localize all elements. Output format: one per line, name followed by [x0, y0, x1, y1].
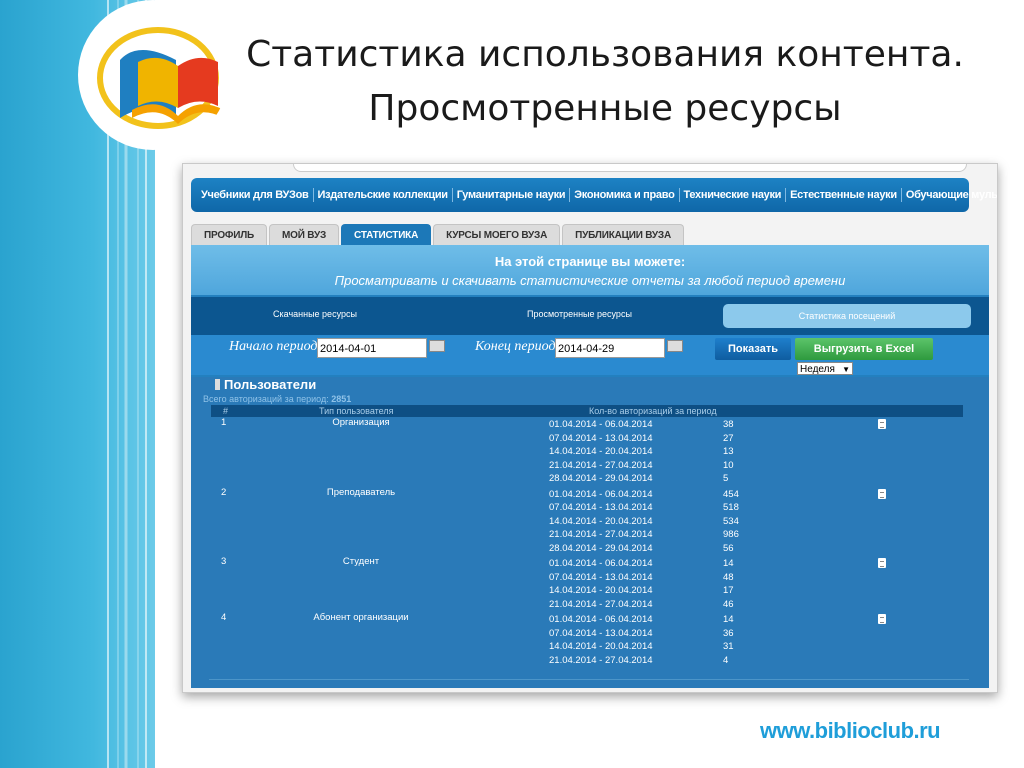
- authorization-count: 13: [723, 446, 734, 458]
- authorization-count: 4: [723, 654, 729, 666]
- authorization-count: 48: [723, 571, 734, 583]
- users-section: Пользователи Всего авторизаций за период…: [191, 377, 989, 688]
- total-value: 2851: [331, 394, 352, 404]
- period-range: 01.04.2014 - 06.04.2014: [549, 558, 653, 569]
- tab-university-publications[interactable]: ПУБЛИКАЦИИ ВУЗА: [562, 224, 685, 247]
- document-icon[interactable]: [878, 419, 886, 429]
- period-range: 21.04.2014 - 27.04.2014: [549, 459, 653, 471]
- tab-university-courses[interactable]: КУРСЫ МОЕГО ВУЗА: [433, 224, 561, 247]
- users-heading: Пользователи: [215, 377, 316, 392]
- period-select[interactable]: Неделя ▼: [797, 362, 853, 375]
- export-excel-button[interactable]: Выгрузить в Excel: [795, 338, 933, 360]
- user-type: Студент: [342, 556, 380, 567]
- period-range: 14.04.2014 - 20.04.2014: [549, 446, 653, 458]
- authorization-count: 518: [723, 502, 739, 514]
- chevron-down-icon: ▼: [842, 365, 850, 374]
- nav-item-publishers[interactable]: Издательские коллекции: [314, 188, 453, 202]
- authorization-count: 454: [723, 488, 739, 500]
- nav-item-textbooks[interactable]: Учебники для ВУЗов: [197, 188, 314, 202]
- start-date-input[interactable]: 2014-04-01: [317, 338, 427, 358]
- period-range: 01.04.2014 - 06.04.2014: [549, 488, 653, 500]
- authorization-count: 31: [723, 641, 734, 653]
- statistics-panel: На этой странице вы можете: Просматриват…: [191, 245, 989, 688]
- info-heading: На этой странице вы можете:: [494, 254, 686, 269]
- user-type: Преподаватель: [326, 486, 396, 498]
- period-range: 07.04.2014 - 13.04.2014: [549, 627, 653, 639]
- authorization-count: 986: [723, 529, 739, 541]
- profile-tabs: ПРОФИЛЬ МОЙ ВУЗ СТАТИСТИКА КУРСЫ МОЕГО В…: [191, 224, 685, 247]
- subnav-visits[interactable]: Статистика посещений: [723, 304, 971, 328]
- user-type: Организация: [332, 417, 390, 428]
- bookmark-icon: [215, 379, 220, 390]
- period-select-value: Неделя: [800, 364, 835, 375]
- start-period-label: Начало периода:: [229, 339, 330, 354]
- period-range: 14.04.2014 - 20.04.2014: [549, 515, 653, 527]
- calendar-icon[interactable]: [667, 340, 683, 352]
- stats-subnav: Скачанные ресурсы Просмотренные ресурсы …: [191, 297, 989, 335]
- period-range: 28.04.2014 - 29.04.2014: [549, 542, 653, 554]
- period-range: 07.04.2014 - 13.04.2014: [549, 432, 653, 444]
- info-subtitle: Просматривать и скачивать статистические…: [334, 273, 846, 288]
- category-nav: Учебники для ВУЗов Издательские коллекци…: [191, 178, 997, 212]
- browser-top-bar: [293, 164, 967, 172]
- period-range: 07.04.2014 - 13.04.2014: [549, 502, 653, 514]
- tab-profile[interactable]: ПРОФИЛЬ: [191, 224, 268, 247]
- document-icon[interactable]: [878, 613, 886, 624]
- authorization-count: 36: [723, 627, 734, 639]
- slide-title-line2: Просмотренные ресурсы: [368, 88, 842, 129]
- authorization-count: 27: [723, 432, 734, 444]
- nav-item-economics[interactable]: Экономика и право: [570, 188, 680, 202]
- column-header-num: #: [223, 406, 229, 416]
- authorization-count: 14: [723, 613, 734, 625]
- authorization-count: 5: [723, 473, 729, 485]
- document-icon[interactable]: [878, 558, 886, 568]
- period-filters: Начало периода: 2014-04-01 Конец периода…: [191, 335, 989, 375]
- nav-item-natural[interactable]: Естественные науки: [786, 188, 902, 202]
- embedded-screenshot: Учебники для ВУЗов Издательские коллекци…: [182, 163, 998, 693]
- authorization-count: 14: [723, 558, 734, 569]
- user-type: Абонент организации: [313, 611, 409, 623]
- period-range: 28.04.2014 - 29.04.2014: [549, 473, 653, 485]
- subnav-downloaded[interactable]: Скачанные ресурсы: [273, 309, 357, 319]
- authorization-count: 46: [723, 598, 734, 610]
- period-range: 21.04.2014 - 27.04.2014: [549, 529, 653, 541]
- slide-title-line1: Статистика использования контента.: [246, 34, 964, 75]
- users-title-text: Пользователи: [224, 377, 317, 392]
- website-url: www.biblioclub.ru: [760, 718, 941, 743]
- period-range: 01.04.2014 - 06.04.2014: [549, 419, 653, 430]
- nav-item-technical[interactable]: Технические науки: [680, 188, 787, 202]
- period-range: 21.04.2014 - 27.04.2014: [549, 598, 653, 610]
- show-button[interactable]: Показать: [715, 338, 791, 360]
- nav-item-multimedia[interactable]: Обучающие мультимедиа: [902, 188, 997, 202]
- table-bottom-divider: [209, 679, 969, 680]
- period-range: 07.04.2014 - 13.04.2014: [549, 571, 653, 583]
- period-range: 01.04.2014 - 06.04.2014: [549, 613, 653, 625]
- subnav-viewed[interactable]: Просмотренные ресурсы: [527, 309, 632, 319]
- end-date-input[interactable]: 2014-04-29: [555, 338, 665, 358]
- total-label: Всего авторизаций за период:: [203, 394, 329, 404]
- column-header-type: Тип пользователя: [319, 406, 394, 416]
- tab-my-university[interactable]: МОЙ ВУЗ: [269, 224, 340, 247]
- authorization-count: 10: [723, 459, 734, 471]
- authorization-count: 38: [723, 419, 734, 430]
- end-period-label: Конец периода:: [475, 339, 568, 354]
- nav-item-humanities[interactable]: Гуманитарные науки: [453, 188, 571, 202]
- period-range: 14.04.2014 - 20.04.2014: [549, 585, 653, 597]
- slide-title: Статистика использования контента. Просм…: [205, 28, 1005, 136]
- total-authorizations: Всего авторизаций за период: 2851: [203, 394, 351, 404]
- authorization-count: 56: [723, 542, 734, 554]
- document-icon[interactable]: [878, 488, 886, 499]
- authorization-count: 534: [723, 515, 739, 527]
- column-header-count: Кол-во авторизаций за период: [589, 406, 717, 416]
- period-range: 14.04.2014 - 20.04.2014: [549, 641, 653, 653]
- info-banner: На этой странице вы можете: Просматриват…: [191, 245, 989, 295]
- table-header: # Тип пользователя Кол-во авторизаций за…: [211, 405, 963, 417]
- period-range: 21.04.2014 - 27.04.2014: [549, 654, 653, 666]
- tab-statistics[interactable]: СТАТИСТИКА: [341, 224, 432, 247]
- calendar-icon[interactable]: [429, 340, 445, 352]
- authorization-count: 17: [723, 585, 734, 597]
